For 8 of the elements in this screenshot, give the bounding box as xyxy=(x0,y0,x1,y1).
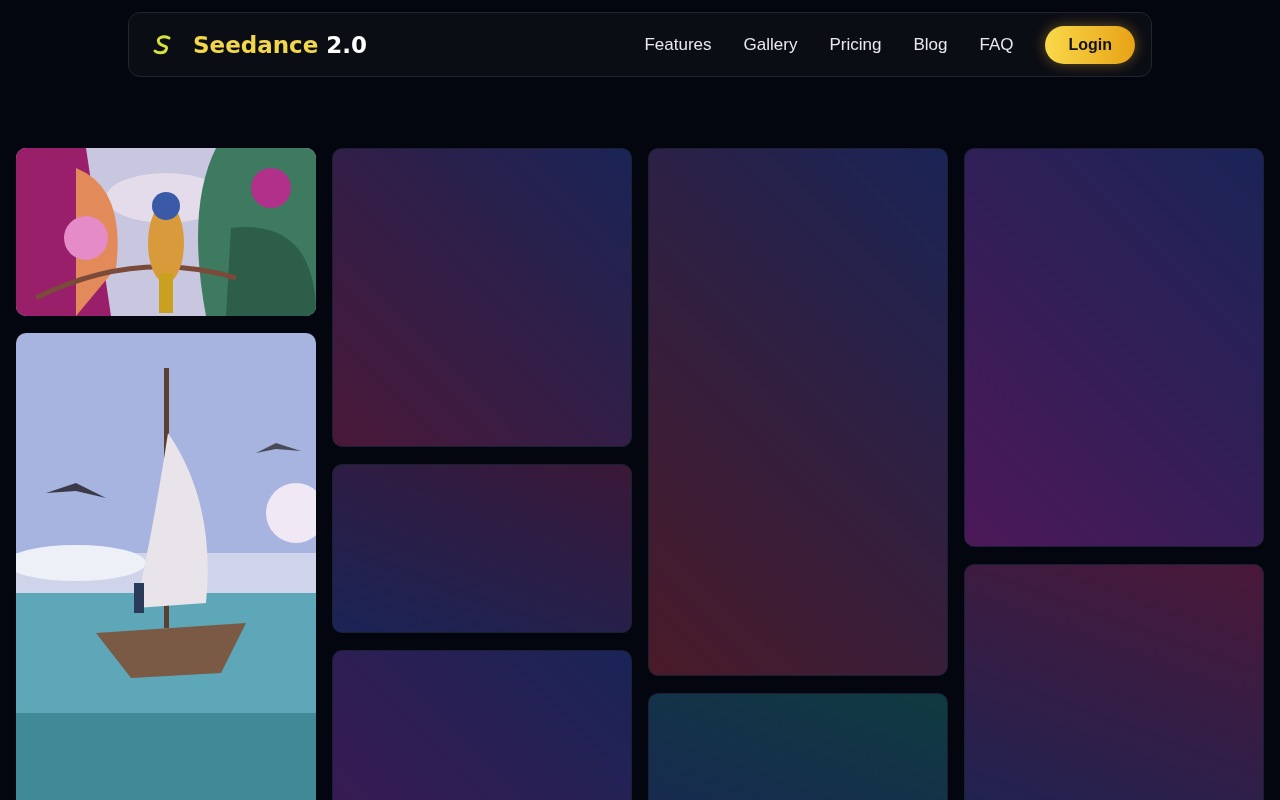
nav-link[interactable]: Gallery xyxy=(743,34,798,55)
nav-link[interactable]: Blog xyxy=(913,34,948,55)
login-button[interactable]: Login xyxy=(1045,25,1135,64)
nav-link[interactable]: Pricing xyxy=(829,34,882,55)
nav-link[interactable]: Features xyxy=(644,34,712,55)
brand-name[interactable]: Seedance xyxy=(193,31,319,58)
version-label: 2.0 xyxy=(326,31,368,58)
nav-link[interactable]: FAQ xyxy=(979,34,1014,55)
